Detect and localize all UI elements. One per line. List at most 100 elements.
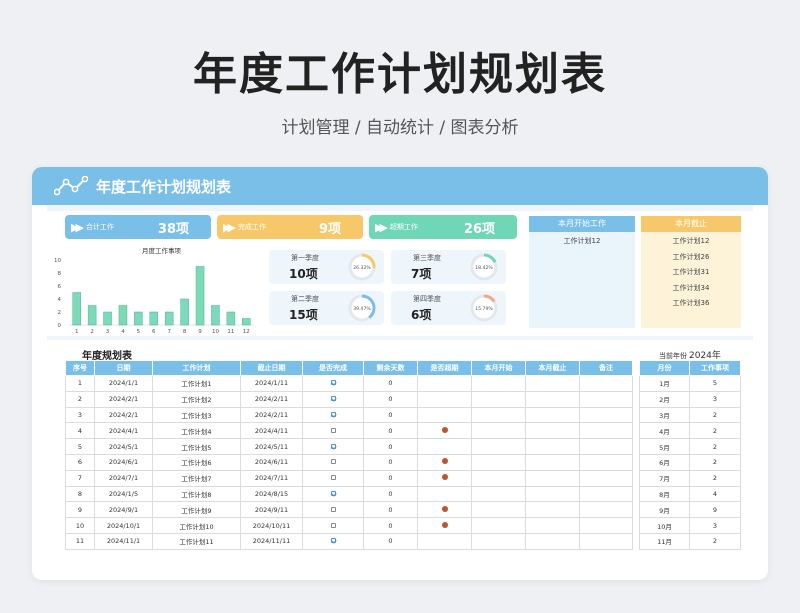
table-cell: 2024/6/1 <box>94 453 153 471</box>
table-cell: 3月 <box>639 406 690 424</box>
completed-checkbox[interactable] <box>330 443 336 449</box>
plan-table-section: 年度规划表 当前年份 2024年 序号 日期 工作计划 截止日期 是否完成 剩余天数 是否超期… <box>47 340 753 580</box>
table-cell: 2024/5/11 <box>240 438 303 455</box>
table-cell: 2 <box>689 406 741 424</box>
table-cell: 2024/10/11 <box>240 517 303 534</box>
table-row: 2 2024/2/1 工作计划2 2024/2/11 0 <box>65 390 633 408</box>
column-header: 日期 <box>94 360 153 376</box>
table-cell: 2 <box>689 532 741 550</box>
x-tick-label: 8 <box>183 329 187 335</box>
x-tick-label: 3 <box>106 329 110 335</box>
table-cell: 0 <box>363 485 418 503</box>
x-tick-label: 5 <box>137 329 141 335</box>
stat-overdue: ▶▶ 超期工作 26项 <box>369 215 517 239</box>
month-start-panel: 本月开始工作 工作计划12 <box>529 216 635 328</box>
completed-checkbox[interactable] <box>330 522 336 528</box>
table-cell: 9 <box>689 501 741 519</box>
table-cell: 0 <box>363 406 418 424</box>
table-cell: 2024/2/1 <box>94 390 153 408</box>
completed-checkbox[interactable] <box>330 459 336 465</box>
completed-checkbox[interactable] <box>330 427 336 433</box>
y-tick-label: 2 <box>58 310 62 316</box>
stat-value: 38项 <box>157 221 189 237</box>
column-header: 工作计划 <box>152 360 241 376</box>
table-cell <box>525 517 580 534</box>
dashboard-card: 年度工作计划规划表 ▶▶ 合计工作 38项 ▶▶ 完成工作 9项 ▶▶ 超期工作… <box>32 167 768 580</box>
table-cell: 工作计划5 <box>152 438 241 455</box>
table-cell: 2024/8/15 <box>240 485 303 503</box>
table-row: 9 2024/9/1 工作计划9 2024/9/11 0 <box>65 501 633 519</box>
completed-cell <box>302 422 364 440</box>
overdue-cell <box>417 453 472 471</box>
table-cell: 0 <box>363 453 418 471</box>
stat-label: 完成工作 <box>237 223 266 231</box>
chart-bar <box>226 311 236 326</box>
month-start-list: 工作计划12 <box>529 232 635 328</box>
table-cell: 10月 <box>639 517 690 534</box>
quarter-value: 7项 <box>411 267 432 281</box>
list-item: 工作计划31 <box>672 268 710 277</box>
plan-table: 序号 日期 工作计划 截止日期 是否完成 剩余天数 是否超期 本月开始 本月截止 备注 1 2024… <box>65 360 633 550</box>
table-row: 10 2024/10/1 工作计划10 2024/10/11 0 <box>65 517 633 534</box>
table-cell <box>525 438 580 455</box>
table-cell: 0 <box>363 438 418 455</box>
table-cell: 4 <box>689 485 741 503</box>
quarter-ring: 18.42% <box>470 253 498 281</box>
column-header: 工作事项 <box>689 360 741 376</box>
table-row: 4月 2 <box>639 422 741 440</box>
completed-checkbox[interactable] <box>330 396 336 402</box>
table-cell: 2024/2/11 <box>240 406 303 424</box>
table-cell: 2024/11/11 <box>240 532 303 550</box>
table-cell <box>579 485 633 503</box>
chart-bar <box>149 311 159 326</box>
list-item: 工作计划36 <box>672 299 710 308</box>
table-cell: 0 <box>363 422 418 440</box>
stat-value: 9项 <box>318 221 341 237</box>
completed-checkbox[interactable] <box>330 506 336 512</box>
completed-checkbox[interactable] <box>330 475 336 481</box>
table-cell: 2 <box>65 390 95 408</box>
x-tick-label: 2 <box>90 329 94 335</box>
table-cell: 2024/1/5 <box>94 485 153 503</box>
completed-checkbox[interactable] <box>330 538 336 544</box>
ring-percent: 15.79% <box>475 306 493 312</box>
table-cell <box>471 469 526 487</box>
table-cell <box>579 390 633 408</box>
quarter-value: 10项 <box>289 267 318 281</box>
column-header: 截止日期 <box>240 360 303 376</box>
list-item: 工作计划12 <box>672 237 710 245</box>
chart-bar <box>134 311 143 326</box>
completed-checkbox[interactable] <box>330 380 336 386</box>
chart-bar <box>72 292 81 326</box>
table-cell: 0 <box>363 469 418 487</box>
table-cell: 2024/2/11 <box>240 390 303 408</box>
table-cell: 2024/7/11 <box>240 469 303 487</box>
chart-bar <box>211 305 220 326</box>
double-arrow-icon: ▶▶ <box>71 220 84 234</box>
table-cell: 2月 <box>639 390 690 408</box>
table-cell: 2024/6/11 <box>240 453 303 471</box>
table-cell: 0 <box>363 532 418 550</box>
table-cell: 3 <box>689 517 741 534</box>
completed-cell <box>302 453 364 471</box>
list-item: 工作计划26 <box>672 252 710 261</box>
table-row: 3月 2 <box>639 406 741 424</box>
table-cell <box>471 375 526 392</box>
y-tick-label: 0 <box>58 323 62 329</box>
table-row: 6 2024/6/1 工作计划6 2024/6/11 0 <box>65 453 633 471</box>
table-cell <box>579 406 633 424</box>
table-cell: 工作计划1 <box>152 375 241 392</box>
completed-checkbox[interactable] <box>330 490 336 496</box>
quarter-value: 6项 <box>411 308 432 322</box>
quarter-name: 第二季度 <box>291 295 319 303</box>
completed-checkbox[interactable] <box>330 411 336 417</box>
table-row: 6月 2 <box>639 453 741 471</box>
overdue-dot-icon <box>441 426 448 433</box>
y-tick-label: 4 <box>58 297 62 303</box>
table-cell: 9 <box>65 501 95 519</box>
column-header: 剩余天数 <box>363 360 418 376</box>
table-cell <box>579 517 633 534</box>
table-cell: 0 <box>363 501 418 519</box>
y-tick-label: 8 <box>58 271 62 277</box>
ring-percent: 26.32% <box>353 265 371 271</box>
